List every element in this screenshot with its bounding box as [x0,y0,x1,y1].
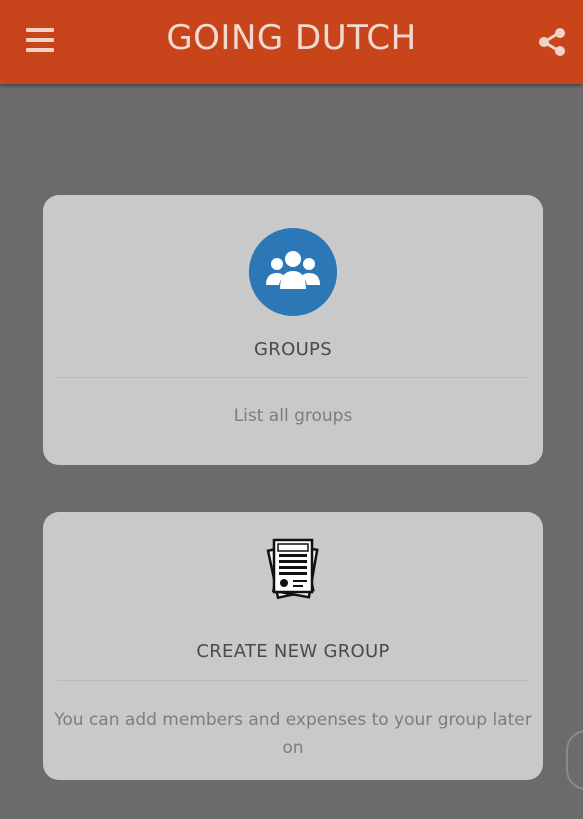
divider [57,680,529,681]
share-icon[interactable] [537,27,567,57]
groups-title: GROUPS [254,339,332,360]
create-new-group-title: CREATE NEW GROUP [196,641,390,662]
edge-panel-handle[interactable] [566,730,583,790]
app-title: GOING DUTCH [166,18,417,58]
app-bar: GOING DUTCH [0,0,583,84]
groups-icon [249,228,337,316]
groups-card[interactable]: GROUPS List all groups [43,195,543,465]
invoice-icon [266,538,319,600]
create-new-group-description: You can add members and expenses to your… [54,710,532,758]
groups-description: List all groups [233,406,353,426]
divider [57,377,529,378]
create-new-group-card[interactable]: CREATE NEW GROUP You can add members and… [43,512,543,780]
